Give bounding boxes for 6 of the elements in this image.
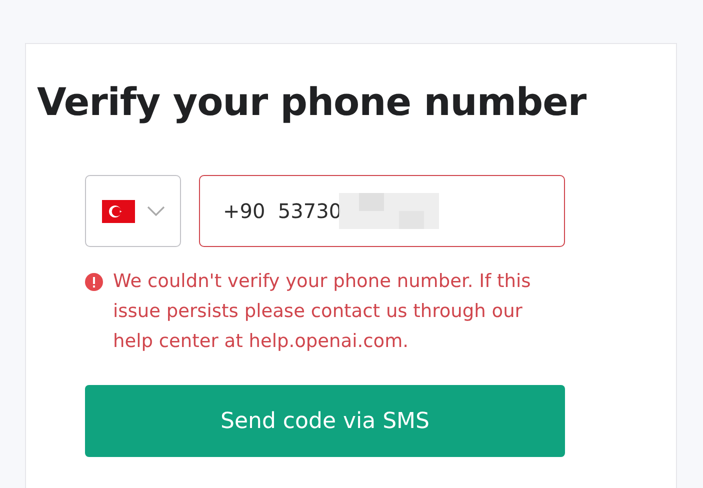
page-title: Verify your phone number: [37, 79, 588, 126]
error-icon: [85, 273, 103, 291]
flag-icon: [102, 200, 134, 222]
error-message: We couldn't verify your phone number. If this issue persists please contact us through our help center at help.openai.com.: [113, 270, 532, 354]
chevron-icon: [146, 206, 164, 216]
country-select[interactable]: [85, 175, 181, 247]
